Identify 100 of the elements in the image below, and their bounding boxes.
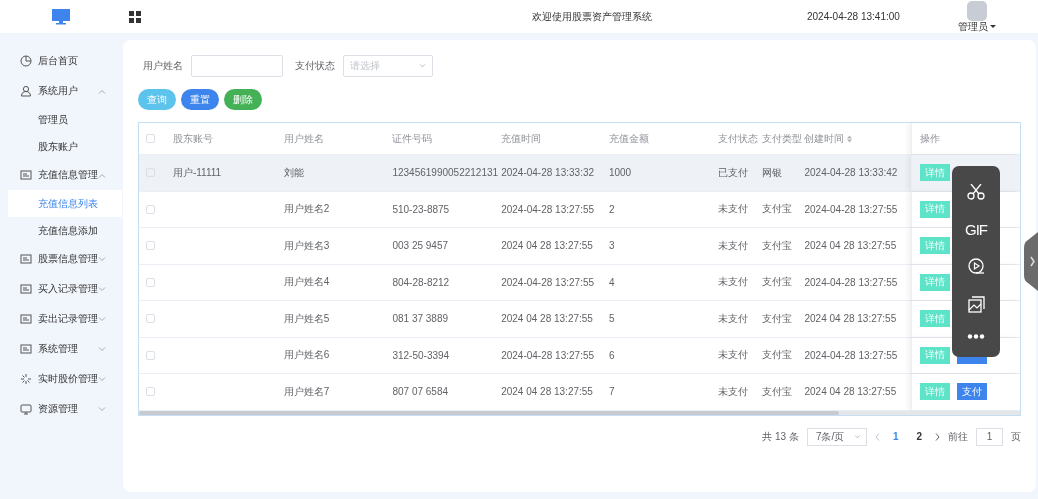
more-icon[interactable] [967,333,985,339]
table-cell: 用户姓名2 [283,202,330,217]
page-number[interactable]: 1 [887,431,904,442]
select-all-checkbox[interactable] [146,134,155,143]
table-cell: 未支付 [717,348,748,363]
next-page-icon[interactable] [935,432,940,441]
scissors-icon[interactable] [967,184,985,201]
table-cell: 2024 04 28 13:27:55 [804,386,897,398]
sidebar-item[interactable]: 股票信息管理 [0,244,122,274]
table-cell: 312-50-3394 [392,349,450,361]
sort-icon[interactable] [847,134,853,143]
table-cell: 2024 04 28 13:27:55 [501,313,593,325]
table-cell: 支付宝 [761,384,792,399]
sidebar-subitem[interactable]: 充值信息列表 [8,190,122,217]
name-input[interactable] [191,55,283,77]
record-icon[interactable] [967,258,985,276]
table-cell: 804-28-8212 [392,276,450,288]
page-input[interactable]: 1 [976,427,1003,446]
sidebar-item[interactable]: 后台首页 [0,46,122,76]
table-cell: 未支付 [717,238,748,253]
sidebar-item[interactable]: 买入记录管理 [0,274,122,304]
table-cell: 807 07 6584 [392,386,449,398]
page-number[interactable]: 2 [911,431,927,442]
column-header: 用户姓名 [283,131,324,146]
table-cell: 支付宝 [761,348,792,363]
table-cell: 用户姓名5 [283,311,330,326]
table-cell: 2024 04 28 13:27:55 [501,386,593,398]
table-cell: 未支付 [717,202,748,217]
sidebar-subitem[interactable]: 股东账户 [8,133,122,160]
table-cell: 网银 [761,165,782,180]
menu-icon [20,85,32,97]
row-checkbox[interactable] [146,204,155,214]
user-menu[interactable]: 管理员 [958,21,996,32]
row-checkbox[interactable] [146,277,155,287]
menu-icon [20,283,32,295]
table-cell: 支付宝 [761,238,792,253]
table-cell: 3 [608,240,615,252]
table-cell: 用户-11111 [172,165,222,180]
horizontal-scrollbar[interactable] [139,410,1020,415]
side-handle-icon[interactable] [1024,232,1038,291]
system-title: 欢迎使用股票资产管理系统 [532,10,652,22]
table-cell: 未支付 [717,275,748,290]
column-header: 充值金额 [608,131,649,146]
table-cell: 用户姓名7 [283,384,330,399]
table-cell: 已支付 [717,165,748,180]
row-checkbox[interactable] [146,350,155,360]
row-checkbox[interactable] [146,241,155,251]
sidebar-subitem[interactable]: 充值信息添加 [8,217,122,244]
chevron-down-icon [419,64,426,68]
table-cell: 2024-04-28 13:27:55 [501,276,595,288]
page-suffix: 页 [1011,429,1021,444]
sidebar-item[interactable]: 系统管理 [0,334,122,364]
column-header: 股东账号 [172,131,213,146]
row-checkbox[interactable] [146,314,155,324]
image-icon[interactable] [967,296,985,314]
table-cell: 2024-04-28 13:27:55 [804,203,898,215]
gif-button[interactable]: GIF [965,220,987,238]
menu-icon [20,313,32,325]
sidebar-item[interactable]: 系统用户 [0,76,122,106]
field-label: 用户姓名 [143,59,183,73]
table-cell: 2024-04-28 13:33:42 [804,167,898,179]
chevron-down-icon [853,434,861,439]
menu-icon [20,343,32,355]
action-button[interactable]: 重置 [181,89,219,110]
table-cell: 5 [608,313,615,325]
column-header: 证件号码 [392,131,433,146]
pay-button[interactable]: 支付 [957,383,988,401]
grid-menu-icon[interactable] [129,10,141,23]
page-size-select[interactable]: 7条/页 [806,427,867,446]
table-cell: 2024 04 28 13:27:55 [501,240,593,252]
table-cell: 刘能 [283,165,304,180]
table-cell: 2024-04-28 13:27:55 [501,203,595,215]
column-header: 支付类型 [761,131,802,146]
menu-icon [20,169,32,181]
table-cell: 2024 04 28 13:27:55 [804,240,897,252]
table-cell: 6 [608,349,615,361]
table-cell: 2024-04-28 13:27:55 [804,276,898,288]
prev-page-icon[interactable] [874,432,880,441]
table-cell: 2024 04 28 13:27:55 [804,313,897,325]
table-cell: 003 25 9457 [392,240,449,252]
table-cell: 2 [608,203,615,215]
row-checkbox[interactable] [146,387,155,397]
table-cell: 支付宝 [761,275,792,290]
column-header: 操作 [920,131,941,146]
table-cell: 2024-04-28 13:33:32 [501,167,595,179]
total-count: 共 13 条 [762,429,799,444]
current-datetime: 2024-04-28 13:41:00 [807,11,900,22]
sidebar-item[interactable]: 资源管理 [0,394,122,424]
sidebar-item[interactable]: 实时股价管理 [0,364,122,394]
table-cell: 用户姓名4 [283,275,330,290]
sidebar-subitem[interactable]: 管理员 [8,106,122,133]
field-label: 支付状态 [295,59,335,73]
avatar[interactable] [967,1,987,21]
menu-icon [20,55,32,67]
table-cell: 2024-04-28 13:27:55 [804,349,898,361]
table-cell: 支付宝 [761,202,792,217]
table-cell: 用户姓名3 [283,238,330,253]
sidebar-item[interactable]: 卖出记录管理 [0,304,122,334]
table-cell: 081 37 3889 [392,313,449,325]
sidebar-item[interactable]: 充值信息管理 [0,160,122,190]
